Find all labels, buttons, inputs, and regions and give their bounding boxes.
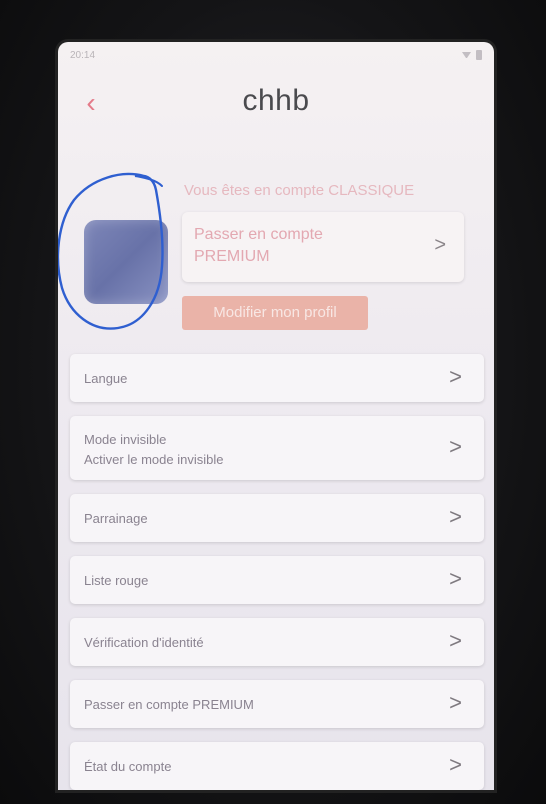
status-icons: [462, 50, 482, 60]
settings-item-label: Parrainage: [84, 511, 148, 526]
settings-item-invisible-mode[interactable]: Mode invisible Activer le mode invisible…: [70, 416, 484, 480]
page-title: chhb: [242, 84, 310, 117]
settings-item-sublabel: Activer le mode invisible: [84, 452, 224, 467]
phone-screen: 20:14 ‹ chhb Vous êtes en compte CLASSIQ…: [58, 42, 494, 790]
chevron-right-icon: >: [449, 434, 462, 459]
settings-item-referral[interactable]: Parrainage >: [70, 494, 484, 542]
settings-item-label: État du compte: [84, 759, 172, 774]
settings-item-red-list[interactable]: Liste rouge >: [70, 556, 484, 604]
chevron-right-icon: >: [434, 234, 446, 256]
chevron-right-icon: >: [449, 364, 462, 389]
header: ‹ chhb: [58, 82, 494, 132]
status-bar: 20:14: [58, 42, 494, 68]
upgrade-premium-label: Passer en compte PREMIUM: [194, 226, 323, 265]
chevron-right-icon: >: [449, 752, 462, 777]
settings-item-identity-verification[interactable]: Vérification d'identité >: [70, 618, 484, 666]
wifi-icon: [462, 51, 471, 59]
settings-item-label: Passer en compte PREMIUM: [84, 697, 254, 712]
chevron-right-icon: >: [449, 628, 462, 653]
chevron-right-icon: >: [449, 690, 462, 715]
battery-icon: [476, 50, 482, 60]
status-time: 20:14: [70, 49, 96, 61]
settings-list: Langue > Mode invisible Activer le mode …: [70, 354, 484, 790]
chevron-right-icon: >: [449, 504, 462, 529]
profile-section: Vous êtes en compte CLASSIQUE Passer en …: [58, 142, 494, 332]
settings-item-account-status[interactable]: État du compte >: [70, 742, 484, 790]
edit-profile-button[interactable]: Modifier mon profil: [182, 296, 368, 330]
settings-item-label: Mode invisible: [84, 432, 167, 447]
chevron-right-icon: >: [449, 566, 462, 591]
settings-item-language[interactable]: Langue >: [70, 354, 484, 402]
settings-item-label: Vérification d'identité: [84, 635, 204, 650]
avatar[interactable]: [84, 220, 168, 304]
settings-item-upgrade-premium[interactable]: Passer en compte PREMIUM >: [70, 680, 484, 728]
upgrade-premium-card[interactable]: Passer en compte PREMIUM >: [182, 212, 464, 282]
settings-item-label: Langue: [84, 371, 128, 386]
settings-item-label: Liste rouge: [84, 573, 149, 588]
account-type-label: Vous êtes en compte CLASSIQUE: [184, 182, 415, 199]
